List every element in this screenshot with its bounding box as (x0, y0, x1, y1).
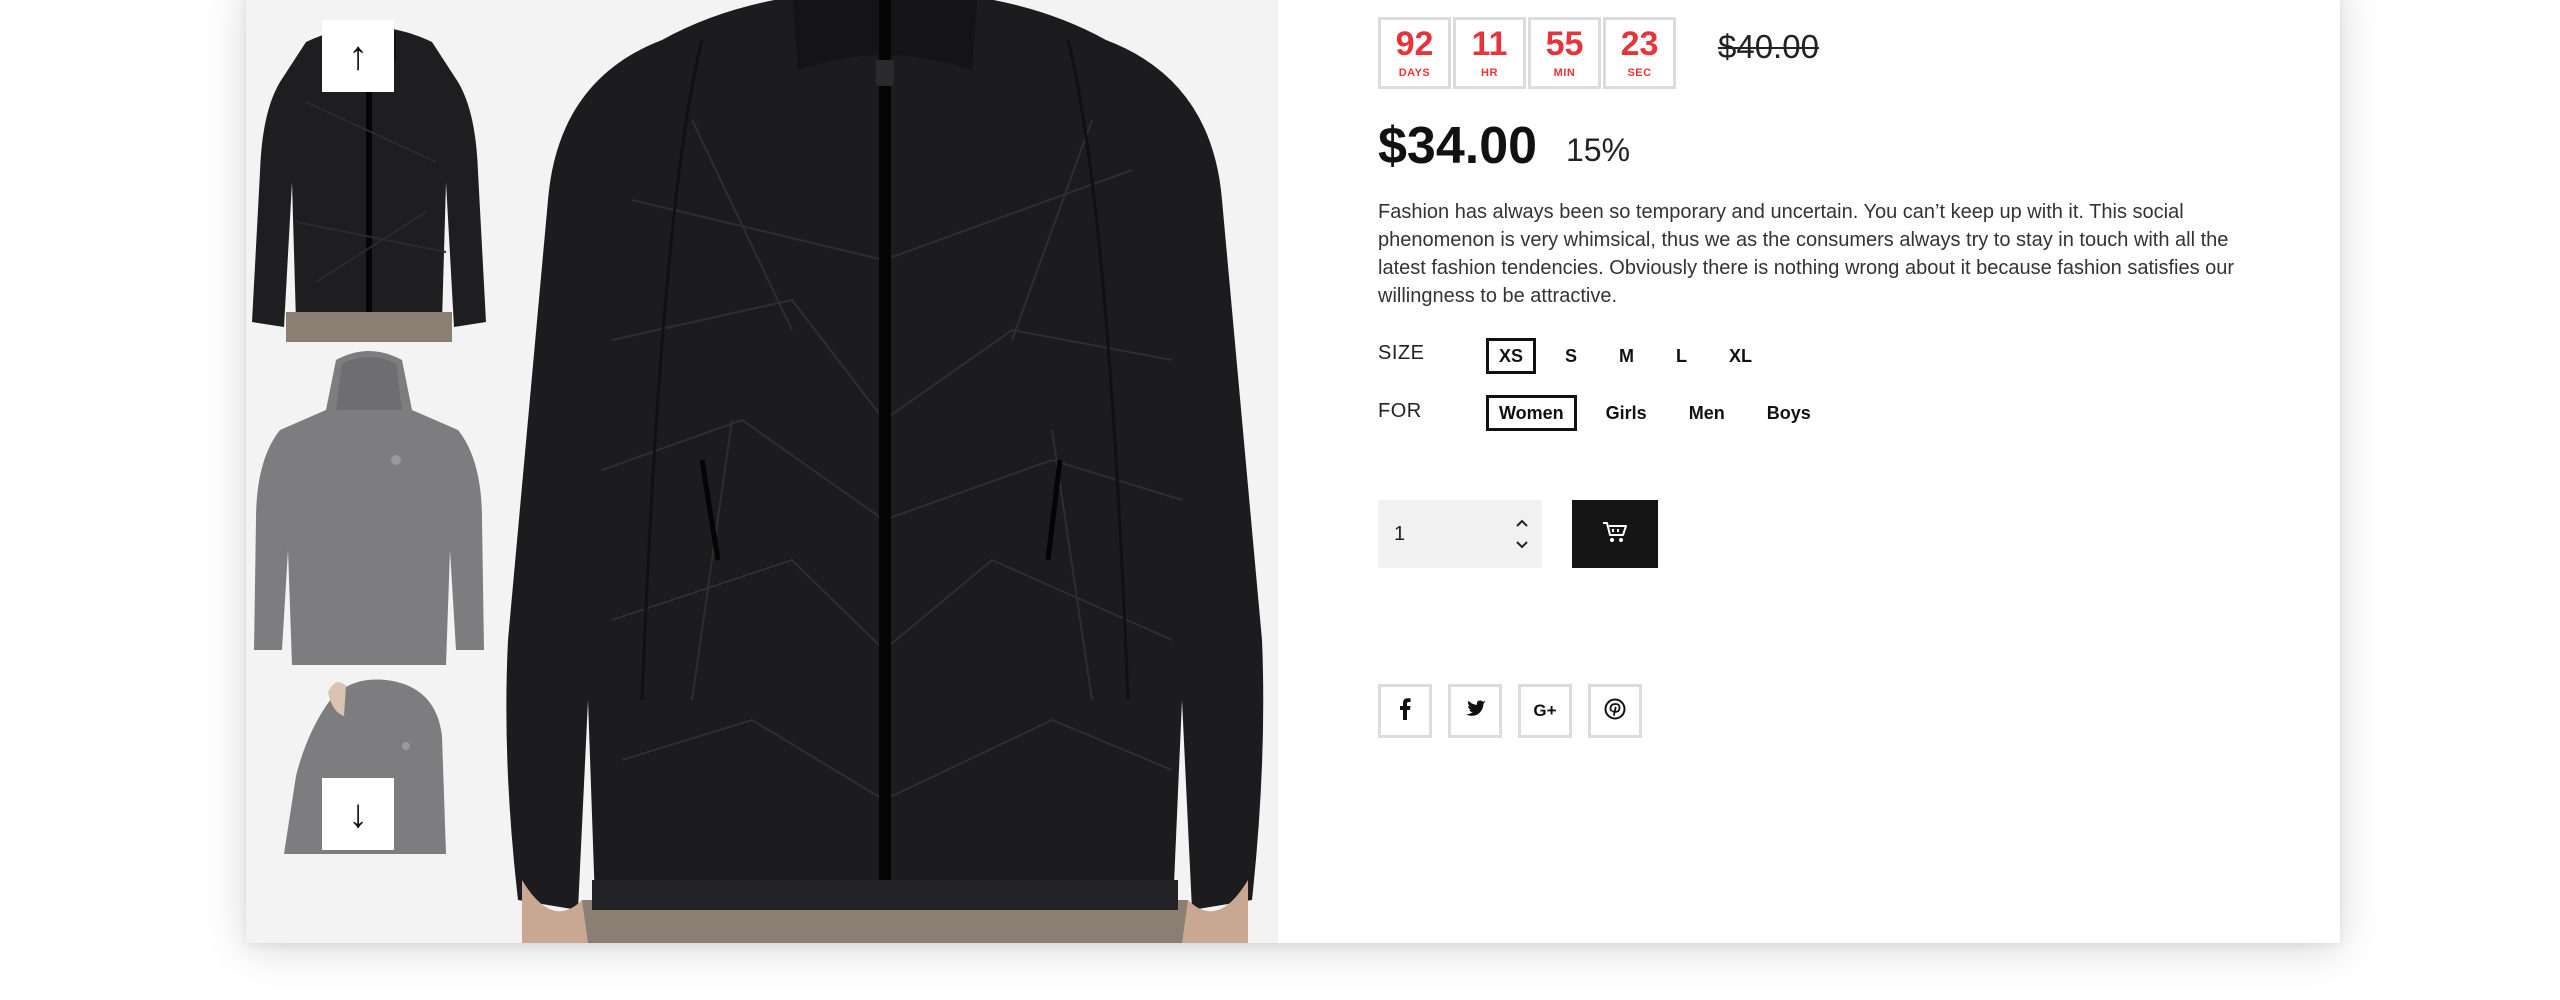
for-option-boys[interactable]: Boys (1754, 395, 1824, 431)
thumbnail-back[interactable] (246, 350, 492, 670)
quantity-input[interactable]: 1 (1378, 523, 1502, 546)
pinterest-icon (1604, 698, 1626, 725)
timer-minutes-value: 55 (1545, 25, 1584, 63)
size-option-xl[interactable]: XL (1716, 338, 1765, 374)
down-arrow-icon: ↓ (348, 791, 368, 836)
google-plus-icon: G+ (1533, 701, 1557, 720)
size-label: SIZE (1378, 342, 1425, 364)
size-option-s[interactable]: S (1552, 338, 1590, 374)
chevron-up-icon[interactable] (1514, 516, 1530, 530)
for-options: Women Girls Men Boys (1486, 395, 1840, 431)
pinterest-button[interactable] (1588, 684, 1642, 738)
main-product-image (492, 0, 1278, 943)
timer-days-value: 92 (1395, 25, 1434, 63)
timer-seconds-unit: SEC (1627, 67, 1652, 79)
countdown-timer: 92 DAYS 11 HR 55 MIN 23 SEC (1378, 17, 1676, 89)
product-description: Fashion has always been so temporary and… (1378, 201, 2235, 307)
timer-hours: 11 HR (1453, 17, 1526, 89)
old-price: $40.00 (1718, 28, 1819, 65)
for-option-men[interactable]: Men (1676, 395, 1738, 431)
twitter-icon (1464, 700, 1486, 723)
thumbnail-down-button[interactable]: ↓ (322, 778, 394, 850)
size-options: XS S M L XL (1486, 338, 1781, 374)
product-gallery: ↑ ↓ (246, 0, 1278, 943)
timer-hours-value: 11 (1471, 25, 1508, 63)
thumbnail-strip: ↑ ↓ (246, 0, 492, 854)
quantity-arrows (1502, 500, 1542, 568)
social-share: G+ (1378, 684, 1642, 738)
timer-minutes: 55 MIN (1528, 17, 1601, 89)
facebook-button[interactable] (1378, 684, 1432, 738)
google-plus-button[interactable]: G+ (1518, 684, 1572, 738)
size-option-xs[interactable]: XS (1486, 338, 1537, 374)
size-option-l[interactable]: L (1663, 338, 1700, 374)
facebook-icon (1399, 697, 1411, 725)
twitter-button[interactable] (1448, 684, 1502, 738)
timer-minutes-unit: MIN (1553, 67, 1576, 79)
quantity-stepper: 1 (1378, 500, 1542, 568)
timer-seconds-value: 23 (1620, 25, 1659, 63)
for-option-girls[interactable]: Girls (1593, 395, 1660, 431)
cart-icon (1602, 521, 1628, 548)
chevron-down-icon[interactable] (1514, 538, 1530, 552)
add-to-cart-button[interactable] (1572, 500, 1658, 568)
thumbnail-up-button[interactable]: ↑ (322, 20, 394, 92)
thumbnail-side[interactable]: ↓ (246, 676, 492, 854)
current-price: $34.00 (1378, 117, 1538, 175)
product-info: 92 DAYS 11 HR 55 MIN 23 SEC $40.00 $34.0… (1378, 0, 2278, 943)
timer-hours-unit: HR (1481, 67, 1498, 79)
discount-percent: 15% (1566, 132, 1631, 168)
thumbnail-front[interactable]: ↑ (246, 20, 492, 342)
product-card: ↑ ↓ 92 DAYS 11 HR 55 MIN 23 SEC $40.00 $… (246, 0, 2340, 943)
size-option-m[interactable]: M (1606, 338, 1647, 374)
up-arrow-icon: ↑ (348, 33, 368, 78)
timer-days: 92 DAYS (1378, 17, 1451, 89)
timer-seconds: 23 SEC (1603, 17, 1676, 89)
for-option-women[interactable]: Women (1486, 395, 1577, 431)
for-label: FOR (1378, 400, 1422, 422)
timer-days-unit: DAYS (1398, 67, 1431, 79)
